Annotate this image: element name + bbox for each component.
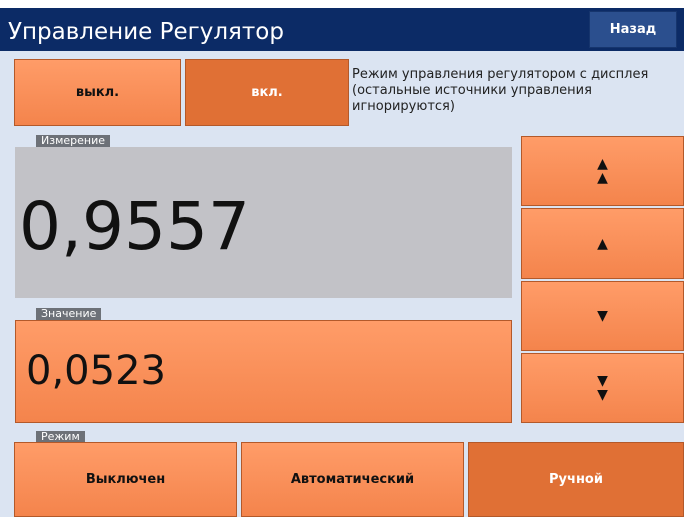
mode-auto-button[interactable]: Автоматический [241, 442, 464, 517]
double-up-arrow-icon: ▲ ▲ [597, 156, 608, 186]
increase-button[interactable]: ▲ [521, 208, 684, 279]
setpoint-label: Значение [36, 308, 102, 320]
fast-increase-button[interactable]: ▲ ▲ [521, 136, 684, 206]
off-button[interactable]: выкл. [14, 59, 181, 126]
setpoint-value: 0,0523 [26, 348, 166, 394]
measurement-value: 0,9557 [19, 188, 250, 265]
back-button[interactable]: Назад [589, 11, 677, 48]
control-mode-description: Режим управления регулятором с дисплея (… [352, 67, 649, 114]
page-title: Управление Регулятор [8, 19, 284, 45]
on-button[interactable]: вкл. [185, 59, 349, 126]
double-down-arrow-icon: ▼ ▼ [597, 373, 608, 403]
measurement-display: 0,9557 [15, 147, 512, 298]
mode-off-button[interactable]: Выключен [14, 442, 237, 517]
mode-manual-button[interactable]: Ручной [468, 442, 684, 517]
decrease-button[interactable]: ▼ [521, 281, 684, 351]
up-arrow-icon: ▲ [597, 235, 608, 252]
down-arrow-icon: ▼ [597, 308, 608, 324]
measurement-label: Измерение [36, 135, 111, 147]
setpoint-field[interactable]: 0,0523 [15, 320, 512, 423]
title-bar: Управление Регулятор Назад [0, 8, 684, 51]
fast-decrease-button[interactable]: ▼ ▼ [521, 353, 684, 423]
